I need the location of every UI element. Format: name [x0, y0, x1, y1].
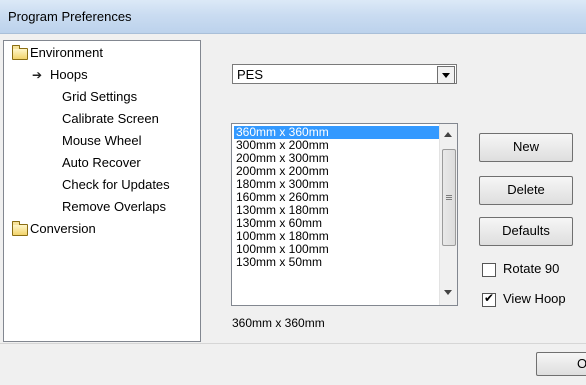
scroll-down-icon[interactable] — [444, 290, 452, 295]
defaults-button[interactable]: Defaults — [479, 217, 573, 246]
folder-icon — [12, 221, 28, 236]
tree-item-label: Check for Updates — [62, 177, 170, 192]
list-item[interactable]: 130mm x 50mm — [234, 256, 441, 269]
tree-item-label: Calibrate Screen — [62, 111, 159, 126]
tree-item-label: Remove Overlaps — [62, 199, 167, 214]
tree-item-label: Grid Settings — [62, 89, 138, 104]
tree-item-label: Mouse Wheel — [62, 133, 142, 148]
vertical-scrollbar[interactable] — [439, 124, 457, 305]
delete-button[interactable]: Delete — [479, 176, 573, 205]
preferences-tree[interactable]: Environment ➔ Hoops Grid Settings Calibr… — [3, 40, 201, 342]
rotate-90-checkbox[interactable] — [482, 263, 496, 277]
grip-icon — [446, 197, 452, 198]
new-button[interactable]: New — [479, 133, 573, 162]
format-select[interactable]: PES — [232, 64, 457, 84]
folder-icon — [12, 45, 28, 60]
tree-item-label: Conversion — [30, 221, 96, 236]
selected-hoop-text: 360mm x 360mm — [232, 316, 325, 330]
view-hoop-checkbox[interactable] — [482, 291, 496, 307]
dialog-footer — [0, 343, 586, 385]
hoop-list[interactable]: 360mm x 360mm 300mm x 200mm 200mm x 300m… — [231, 123, 458, 306]
grip-icon — [446, 199, 452, 200]
chevron-down-icon[interactable] — [437, 66, 455, 84]
tree-item-label: Hoops — [50, 67, 88, 82]
format-select-value: PES — [237, 67, 264, 82]
tree-item-label: Auto Recover — [62, 155, 141, 170]
window-title: Program Preferences — [8, 9, 132, 24]
view-hoop-label: View Hoop — [503, 291, 566, 306]
arrow-right-icon: ➔ — [32, 68, 43, 82]
tree-item-label: Environment — [30, 45, 103, 60]
scroll-thumb[interactable] — [442, 149, 456, 246]
ok-button[interactable]: O — [536, 352, 586, 376]
scroll-up-icon[interactable] — [444, 132, 452, 137]
rotate-90-label: Rotate 90 — [503, 261, 560, 276]
grip-icon — [446, 195, 452, 196]
